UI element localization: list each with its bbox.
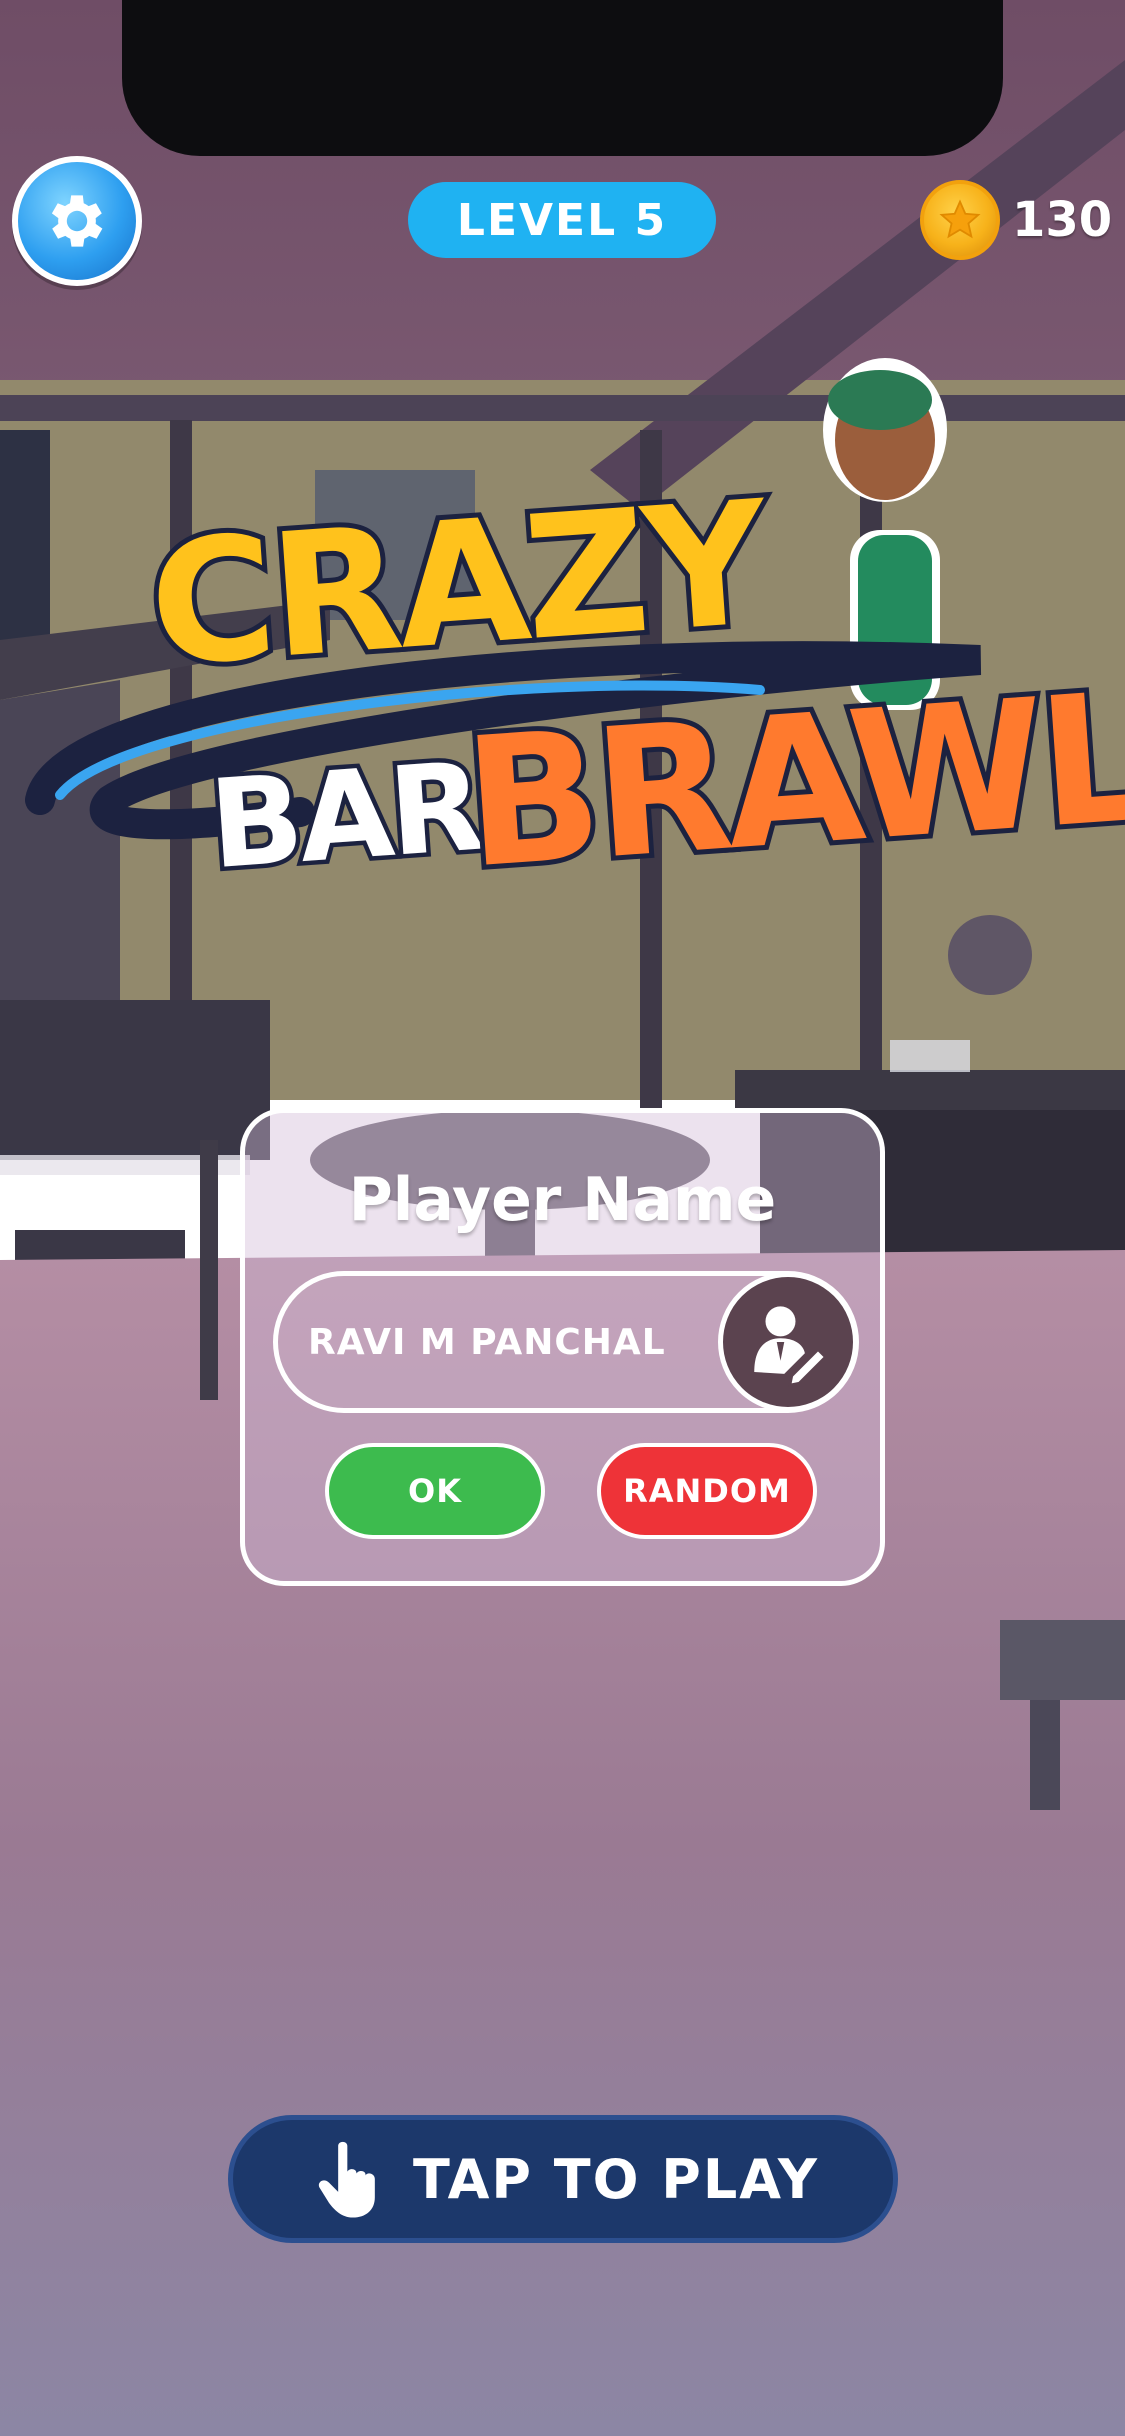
tap-to-play-button[interactable]: TAP TO PLAY — [228, 2115, 898, 2243]
player-name-field[interactable]: RAVI M PANCHAL — [273, 1271, 859, 1413]
tap-to-play-label: TAP TO PLAY — [412, 2147, 820, 2211]
logo-word-crazy: CRAZY — [139, 460, 775, 710]
edit-profile-icon — [754, 1306, 828, 1387]
logo-word-brawl: BRAWL — [454, 648, 1125, 912]
pointing-hand-icon — [318, 2141, 375, 2218]
panel-title: Player Name — [348, 1165, 777, 1235]
game-logo: CRAZY BAR BRAWL — [0, 0, 1125, 1000]
player-name-value: RAVI M PANCHAL — [308, 1321, 666, 1363]
logo-word-bar: BAR — [201, 731, 489, 900]
edit-name-button[interactable] — [718, 1272, 858, 1412]
random-name-button[interactable]: RANDOM — [597, 1443, 817, 1539]
player-name-panel: Player Name RAVI M PANCHAL OK RANDOM — [240, 1108, 885, 1586]
ok-button[interactable]: OK — [325, 1443, 545, 1539]
